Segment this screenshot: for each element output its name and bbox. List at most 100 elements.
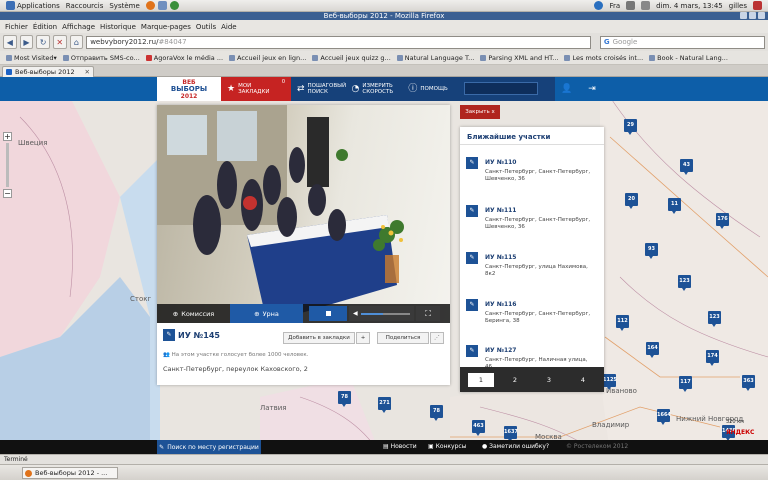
zoom-out-button[interactable]: − [3, 189, 12, 198]
map-marker[interactable]: 164 [646, 342, 659, 358]
map-marker[interactable]: 112 [616, 315, 629, 331]
systeme-menu[interactable]: Système [109, 2, 139, 10]
page-2-button[interactable]: 2 [502, 373, 528, 387]
menu-aide[interactable]: Aide [221, 23, 236, 31]
tab-webvybory[interactable]: Веб-выборы 2012 ✕ [2, 66, 94, 77]
back-button[interactable]: ◀ [3, 35, 17, 49]
taskbar-window-button[interactable]: Веб-выборы 2012 - ... [22, 466, 118, 479]
bookmark-nlp[interactable]: Natural Language T... [396, 54, 474, 62]
ballot-icon: ✎ [163, 329, 175, 341]
stop-button[interactable]: ✕ [52, 35, 67, 49]
stop-playback-button[interactable] [309, 306, 347, 321]
bookmark-sms[interactable]: Отправить SMS-со... [62, 54, 140, 62]
nav-step-search[interactable]: ⇄ ПОШАГОВЫЙ ПОИСК [291, 77, 346, 101]
map-marker[interactable]: 1664 [657, 409, 671, 425]
logout-button[interactable]: ⇥ [580, 77, 604, 101]
map-marker[interactable]: 1637 [504, 426, 518, 442]
network-icon[interactable] [626, 1, 636, 10]
map-marker[interactable]: 123 [678, 275, 691, 291]
home-button[interactable]: ⌂ [69, 35, 84, 49]
firefox-launcher-icon[interactable] [145, 1, 155, 10]
url-hash: #84047 [158, 38, 187, 46]
minimize-button[interactable] [740, 12, 747, 19]
hp-icon[interactable] [594, 1, 604, 10]
page-3-button[interactable]: 3 [536, 373, 562, 387]
clock[interactable]: dim. 4 mars, 13:45 [656, 2, 723, 10]
forward-button[interactable]: ▶ [19, 35, 34, 49]
map-marker[interactable]: 123 [708, 311, 721, 327]
search-by-registration-button[interactable]: ✎ Поиск по месту регистрации [157, 440, 261, 454]
site-logo[interactable]: ВЕБ ВЫБОРЫ 2012 [157, 77, 221, 101]
map-label-latvia: Латвия [260, 404, 287, 412]
volume-slider[interactable]: ◀ [349, 306, 414, 321]
add-bookmark-button[interactable]: Добавить в закладки [283, 332, 355, 344]
map-marker[interactable]: 176 [716, 213, 729, 229]
close-panel-button[interactable]: Закрыть x [460, 105, 500, 119]
page-4-button[interactable]: 4 [570, 373, 596, 387]
video-controls: ⊕ Комиссия ⊕ Урна ◀ ⛶ [157, 304, 450, 323]
fullscreen-button[interactable]: ⛶ [416, 306, 440, 321]
close-tab-icon[interactable]: ✕ [85, 67, 90, 77]
nav-help[interactable]: ⓘ ПОМОЩЬ [402, 77, 453, 101]
map-marker[interactable]: 11 [668, 198, 681, 214]
map-marker[interactable]: 174 [706, 350, 719, 366]
map-marker[interactable]: 29 [624, 119, 637, 135]
bookmark-nltk-book[interactable]: Book - Natural Lang... [649, 54, 728, 62]
map-marker[interactable]: 93 [645, 243, 658, 259]
map-marker[interactable]: 363 [742, 375, 755, 391]
applications-menu[interactable]: Applications [6, 1, 60, 10]
station-info: ✎ ИУ №145 Добавить в закладки + Поделить… [157, 323, 450, 385]
share-button[interactable]: Поделиться [377, 332, 429, 344]
user-account-button[interactable]: 👤 [555, 77, 579, 101]
camera-commission-button[interactable]: ⊕ Комиссия [157, 304, 230, 323]
map-marker[interactable]: 78 [430, 405, 443, 421]
user-menu[interactable]: gilles [729, 2, 747, 10]
page-1-button[interactable]: 1 [468, 372, 494, 387]
map-marker[interactable]: 1125 [603, 374, 617, 390]
close-window-button[interactable] [758, 12, 765, 19]
site-search-input[interactable] [463, 82, 538, 95]
news-link[interactable]: ▤ Новости [383, 443, 417, 450]
volume-icon[interactable] [641, 1, 651, 10]
maximize-button[interactable] [749, 12, 756, 19]
menu-edition[interactable]: Édition [33, 23, 57, 31]
bookmark-jeux[interactable]: Accueil jeux en lign... [229, 54, 306, 62]
video-stream[interactable]: ⊕ Комиссия ⊕ Урна ◀ ⛶ [157, 105, 450, 323]
menu-affichage[interactable]: Affichage [62, 23, 95, 31]
menu-marque-pages[interactable]: Marque-pages [141, 23, 191, 31]
zoom-in-button[interactable]: + [3, 132, 12, 141]
url-bar[interactable]: webvybory2012.ru/#84047 [86, 35, 591, 49]
map-marker[interactable]: 463 [472, 420, 485, 436]
reload-button[interactable]: ↻ [36, 35, 50, 49]
map-marker[interactable]: 20 [625, 193, 638, 209]
mail-launcher-icon[interactable] [157, 1, 167, 10]
bookmark-agoravox[interactable]: AgoraVox le média ... [145, 54, 223, 62]
map-marker[interactable]: 271 [378, 397, 391, 413]
bookmark-most-visited[interactable]: Most Visited▾ [6, 54, 57, 62]
report-error-link[interactable]: ● Заметили ошибку? [482, 443, 549, 450]
zoom-slider[interactable] [6, 143, 9, 187]
menu-historique[interactable]: Historique [100, 23, 136, 31]
power-icon[interactable] [753, 1, 762, 10]
keyboard-layout[interactable]: Fra [609, 2, 620, 10]
share-network-button[interactable]: ⋰ [430, 332, 444, 344]
map-marker[interactable]: 43 [680, 159, 693, 175]
search-box[interactable]: G Google [599, 35, 765, 49]
map-marker[interactable]: 117 [679, 376, 692, 392]
help-launcher-icon[interactable] [169, 1, 179, 10]
camera-urn-button[interactable]: ⊕ Урна [230, 304, 303, 323]
google-icon: G [603, 38, 610, 46]
map-marker[interactable]: 78 [338, 391, 351, 407]
menu-outils[interactable]: Outils [196, 23, 216, 31]
menubar: Fichier Édition Affichage Historique Mar… [0, 20, 768, 33]
add-plus-button[interactable]: + [356, 332, 370, 344]
nav-my-bookmarks[interactable]: ★ МОИ ЗАКЛАДКИ 0 [221, 77, 291, 101]
raccourcis-menu[interactable]: Raccourcis [66, 2, 104, 10]
contests-link[interactable]: ▣ Конкурсы [428, 443, 466, 450]
bookmark-mots-croises[interactable]: Les mots croisés int... [564, 54, 643, 62]
bookmark-parsing[interactable]: Parsing XML and HT... [480, 54, 558, 62]
nav-measure-speed[interactable]: ◔ ИЗМЕРИТЬ СКОРОСТЬ [346, 77, 403, 101]
bookmark-quizz[interactable]: Accueil jeux quizz g... [312, 54, 391, 62]
star-icon: ★ [227, 84, 236, 94]
menu-fichier[interactable]: Fichier [5, 23, 28, 31]
